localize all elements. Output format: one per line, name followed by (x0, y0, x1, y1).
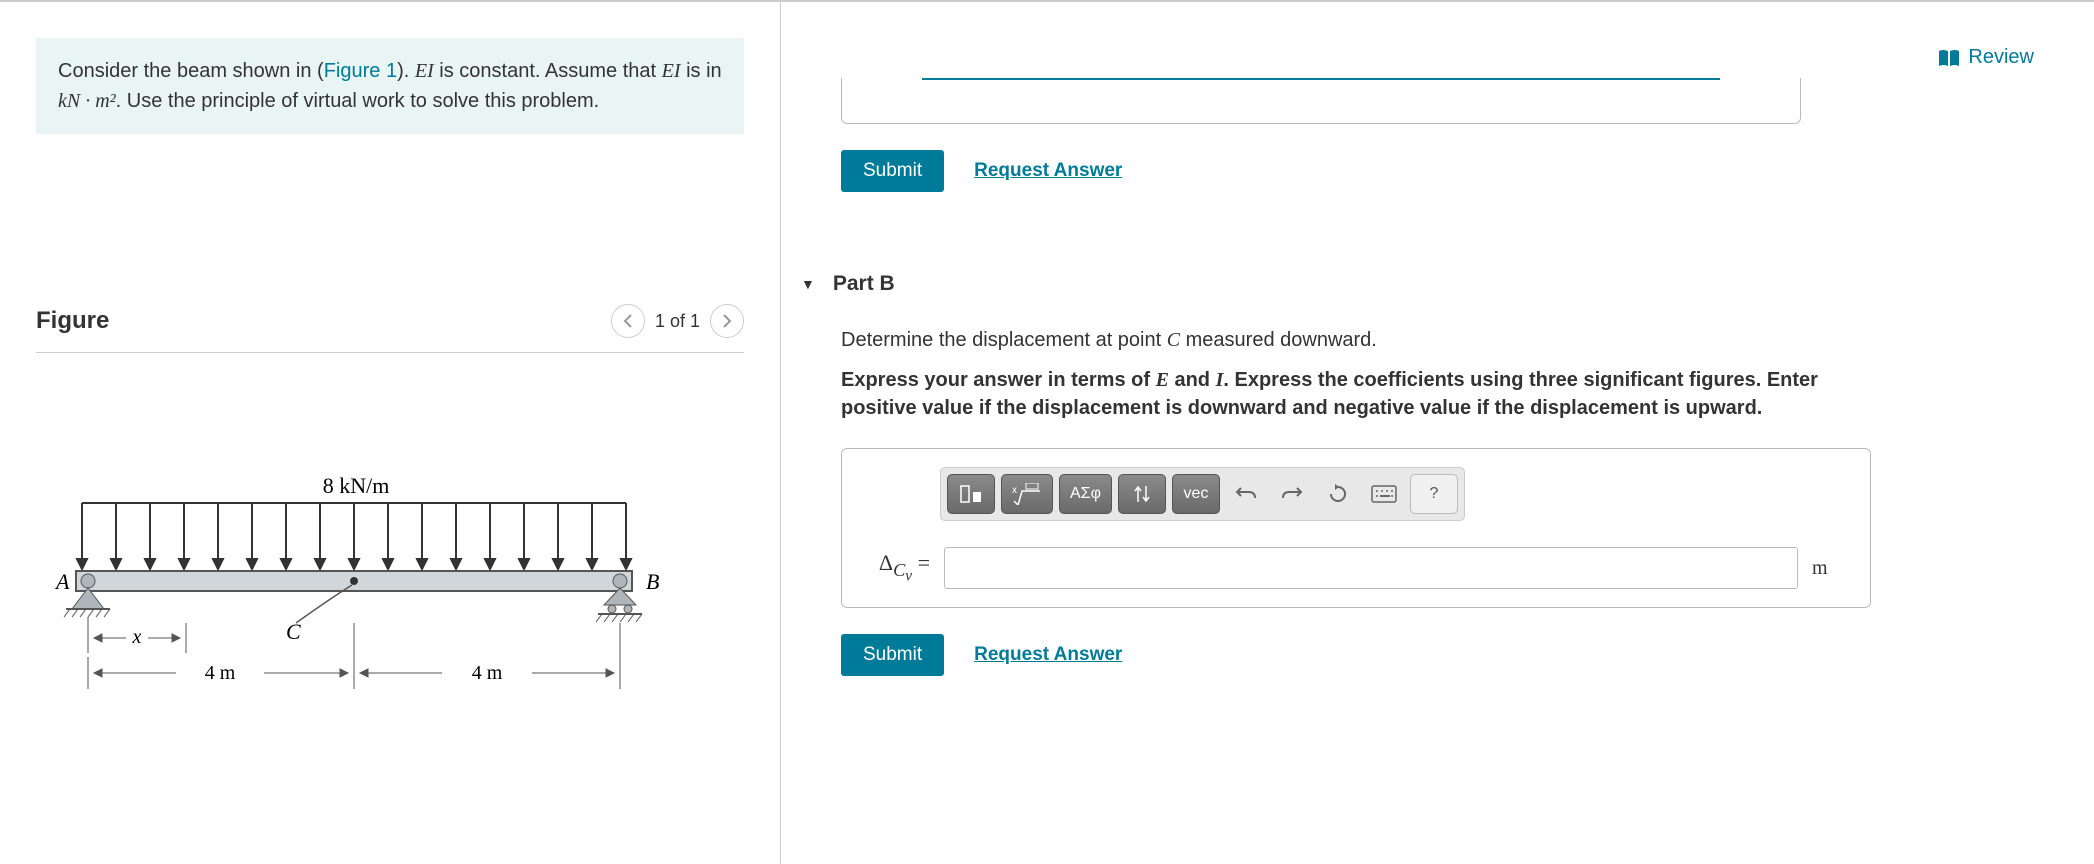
right-panel: Review Submit Request Answer ▼ Part B De… (780, 2, 2094, 864)
reset-icon (1328, 484, 1348, 504)
part-b-instructions: Express your answer in terms of E and I.… (841, 366, 1891, 422)
figure-counter: 1 of 1 (655, 311, 700, 332)
ei-var: EI (415, 60, 434, 82)
dim2: 4 m (472, 662, 503, 684)
fraction-button[interactable]: x (1001, 474, 1053, 514)
instr-text: and (1169, 369, 1216, 391)
load-arrows (77, 503, 631, 569)
problem-statement: Consider the beam shown in (Figure 1). E… (36, 38, 744, 134)
instr-text: Express your answer in terms of (841, 369, 1156, 391)
vec-button[interactable]: vec (1172, 474, 1220, 514)
var-E: E (1156, 369, 1169, 391)
part-b-question: Determine the displacement at point C me… (841, 326, 1891, 354)
submit-button[interactable]: Submit (841, 150, 944, 192)
prompt-text: . Use the principle of virtual work to s… (116, 90, 600, 112)
book-icon (1938, 49, 1960, 67)
chevron-left-icon (623, 314, 633, 328)
label-x: x (132, 626, 142, 648)
answer-box: x ΑΣφ vec ? (841, 448, 1871, 608)
request-answer-link[interactable]: Request Answer (974, 644, 1122, 666)
subscript-button[interactable] (1118, 474, 1166, 514)
prompt-text: is constant. Assume that (434, 60, 662, 82)
label-C: C (286, 619, 301, 644)
q-text: Determine the displacement at point (841, 329, 1167, 351)
answer-unit: m (1812, 557, 1852, 580)
ei-var: EI (662, 60, 681, 82)
figure-diagram: 8 kN/m (36, 473, 744, 708)
answer-line: ΔCv = m (860, 547, 1852, 589)
figure-prev-button[interactable] (611, 304, 645, 338)
main-layout: Consider the beam shown in (Figure 1). E… (0, 0, 2094, 864)
q-text: measured downward. (1180, 329, 1377, 351)
units: kN · m² (58, 90, 116, 112)
part-b-title: Part B (833, 272, 895, 296)
previous-answer-box (841, 78, 1801, 124)
prompt-text: ). (397, 60, 415, 82)
figure-nav: 1 of 1 (611, 304, 744, 338)
keyboard-icon (1371, 485, 1397, 503)
figure-link[interactable]: Figure 1 (324, 60, 397, 82)
point-C (350, 577, 358, 585)
prompt-text: is in (681, 60, 722, 82)
equation-toolbar: x ΑΣφ vec ? (940, 467, 1465, 521)
reset-button[interactable] (1318, 474, 1358, 514)
keyboard-button[interactable] (1364, 474, 1404, 514)
review-link[interactable]: Review (1938, 46, 2034, 69)
svg-text:x: x (1012, 485, 1017, 496)
chevron-right-icon (722, 314, 732, 328)
figure-header: Figure 1 of 1 (36, 304, 744, 353)
undo-icon (1235, 485, 1257, 503)
answer-input[interactable] (944, 547, 1798, 589)
left-panel: Consider the beam shown in (Figure 1). E… (0, 2, 780, 864)
prompt-text: Consider the beam shown in ( (58, 60, 324, 82)
figure-next-button[interactable] (710, 304, 744, 338)
submit-button[interactable]: Submit (841, 634, 944, 676)
answer-label: ΔCv = (860, 550, 930, 585)
greek-button[interactable]: ΑΣφ (1059, 474, 1112, 514)
redo-button[interactable] (1272, 474, 1312, 514)
template-icon (959, 484, 983, 504)
var-C: C (1167, 329, 1180, 351)
redo-icon (1281, 485, 1303, 503)
sqrt-fraction-icon: x (1012, 483, 1042, 505)
label-A: A (54, 569, 70, 594)
dim1: 4 m (205, 662, 236, 684)
load-label: 8 kN/m (323, 473, 390, 498)
figure-title: Figure (36, 307, 109, 335)
submit-row-a: Submit Request Answer (841, 150, 2054, 192)
part-b-header[interactable]: ▼ Part B (801, 272, 2054, 296)
undo-button[interactable] (1226, 474, 1266, 514)
arrows-icon (1132, 484, 1152, 504)
submit-row-b: Submit Request Answer (841, 634, 2054, 676)
request-answer-link[interactable]: Request Answer (974, 160, 1122, 182)
help-button[interactable]: ? (1410, 474, 1458, 514)
template-button[interactable] (947, 474, 995, 514)
review-label: Review (1968, 46, 2034, 69)
label-B: B (646, 569, 659, 594)
collapse-icon: ▼ (801, 276, 815, 292)
